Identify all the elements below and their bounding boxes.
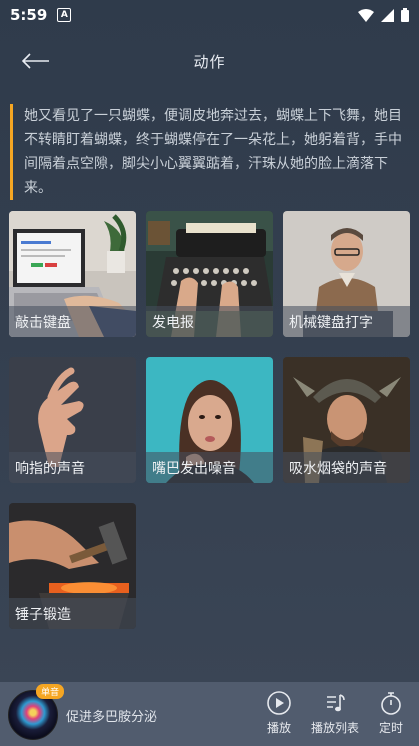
sound-grid: 敲击键盘 发电报 机械键盘打字 响指的声音 嘴巴发出噪音 吸水烟袋的声音 锤子锻… (9, 211, 411, 629)
tile-label: 吸水烟袋的声音 (283, 452, 410, 483)
signal-icon (381, 8, 394, 22)
back-button[interactable] (18, 48, 52, 74)
status-time: 5:59 (10, 6, 48, 24)
timer-button[interactable]: 定时 (378, 690, 404, 736)
sound-tile-mechanical-keyboard[interactable]: 机械键盘打字 (283, 211, 410, 337)
playlist-label: 播放列表 (311, 721, 360, 735)
sound-tile-typing[interactable]: 敲击键盘 (9, 211, 136, 337)
play-icon (267, 691, 291, 715)
status-icons (358, 8, 409, 22)
play-label: 播放 (266, 721, 291, 735)
playlist-button[interactable]: 播放列表 (311, 690, 359, 736)
tile-label: 响指的声音 (9, 452, 136, 483)
tile-label: 发电报 (146, 306, 273, 337)
tile-label: 锤子锻造 (9, 598, 136, 629)
timer-icon (381, 692, 401, 715)
tile-label: 机械键盘打字 (283, 306, 410, 337)
sound-tile-hammer-forging[interactable]: 锤子锻造 (9, 503, 136, 629)
sound-tile-finger-snap[interactable]: 响指的声音 (9, 357, 136, 483)
page-title: 动作 (193, 52, 226, 71)
back-arrow-icon (21, 53, 49, 69)
tile-label: 敲击键盘 (9, 306, 136, 337)
wifi-icon (358, 8, 374, 22)
sound-tile-water-pipe[interactable]: 吸水烟袋的声音 (283, 357, 410, 483)
play-button[interactable]: 播放 (266, 690, 292, 736)
battery-icon (401, 8, 409, 22)
notification-icon: A (57, 8, 72, 22)
status-bar: 5:59 A (0, 0, 419, 30)
header: 动作 (0, 30, 419, 92)
timer-label: 定时 (378, 721, 403, 735)
track-name[interactable]: 促进多巴胺分泌 (66, 706, 157, 725)
tile-label: 嘴巴发出噪音 (146, 452, 273, 483)
player-bar: 单音 促进多巴胺分泌 播放 播放列表 定时 (0, 682, 419, 746)
now-playing-artwork[interactable]: 单音 (8, 684, 65, 740)
playlist-icon (327, 694, 345, 712)
sound-tile-mouth-noise[interactable]: 嘴巴发出噪音 (146, 357, 273, 483)
sound-tile-telegraph[interactable]: 发电报 (146, 211, 273, 337)
mode-badge: 单音 (36, 684, 65, 699)
quote-text: 她又看见了一只蝴蝶，便调皮地奔过去，蝴蝶上下飞舞，她目不转睛盯着蝴蝶，终于蝴蝶停… (10, 104, 405, 200)
